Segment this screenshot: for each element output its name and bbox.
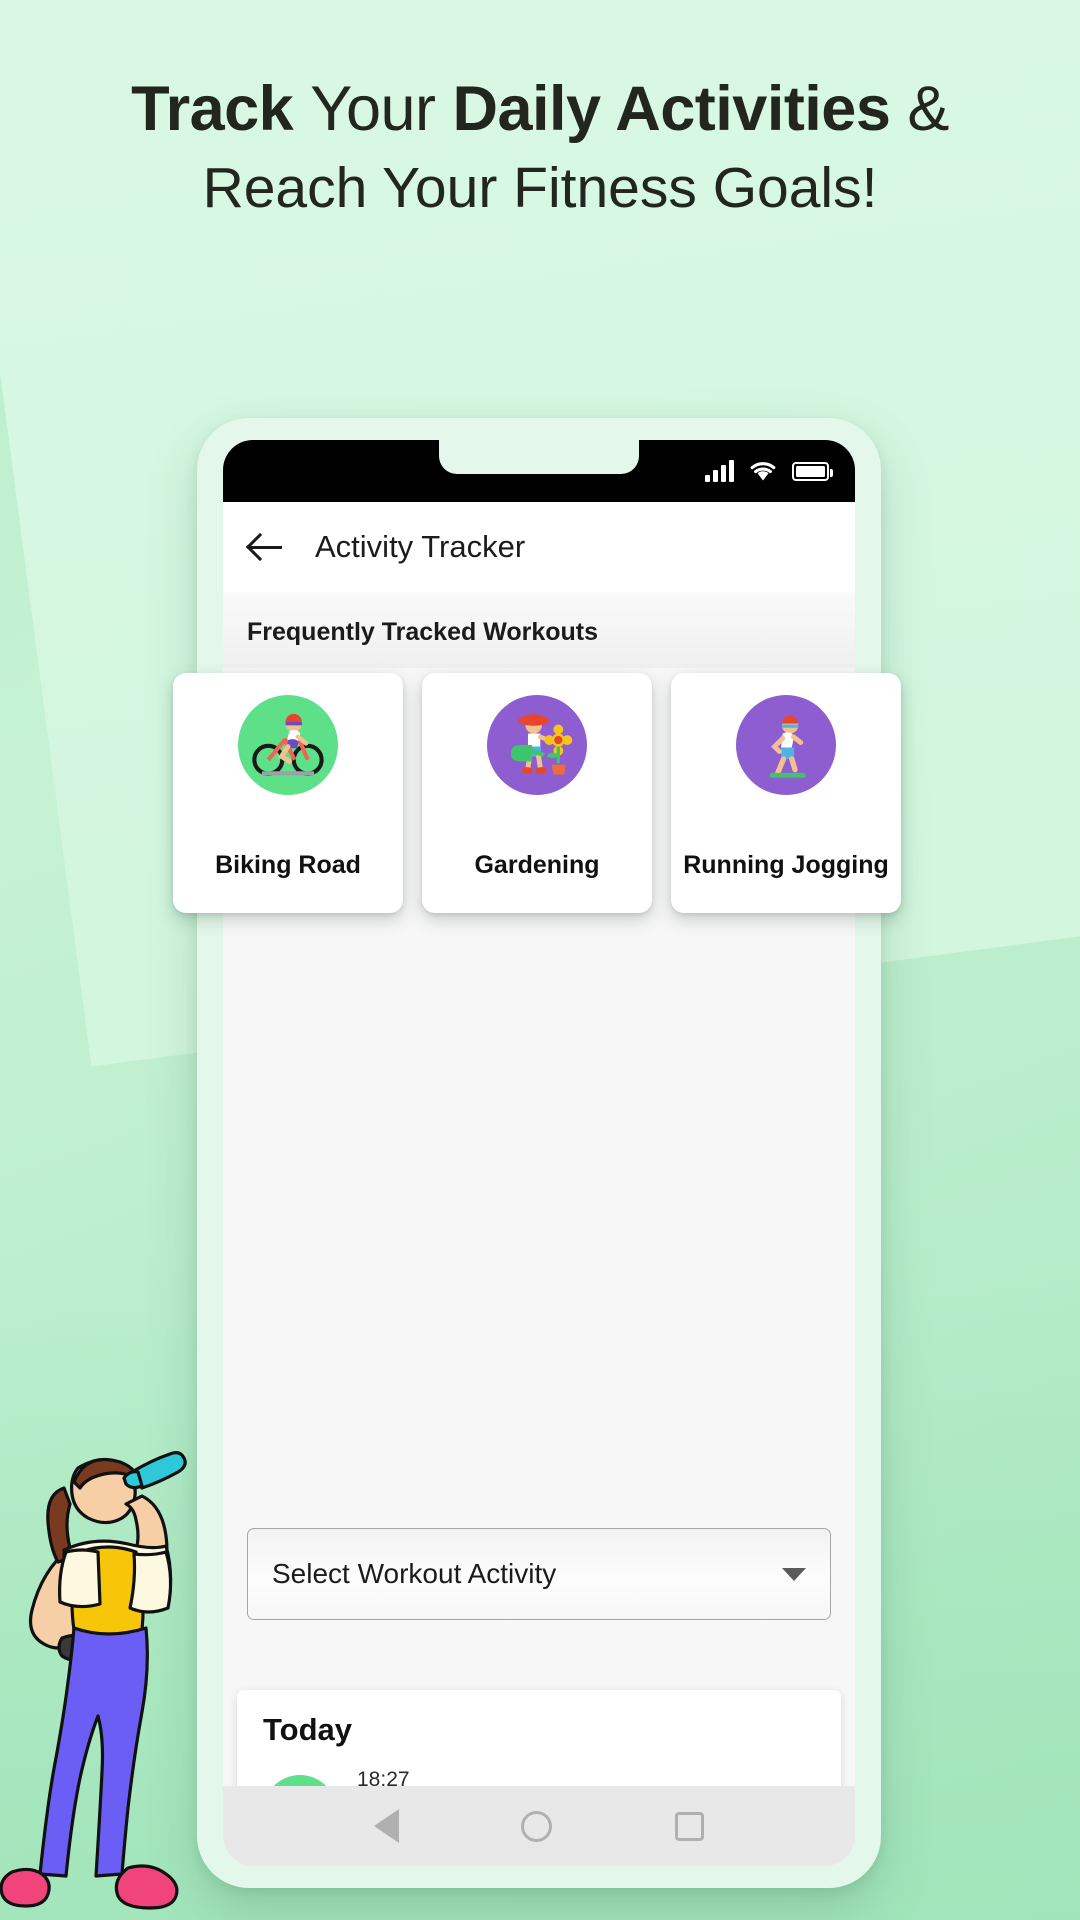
wifi-icon	[750, 462, 776, 481]
page-title: Activity Tracker	[315, 529, 526, 564]
headline-line-2: Reach Your Fitness Goals!	[202, 156, 878, 221]
dropdown-selected-value: Select Workout Activity	[272, 1558, 557, 1589]
status-bar-icons	[705, 440, 833, 502]
nav-home-circle-icon[interactable]	[521, 1810, 553, 1842]
frequently-tracked-workouts-strip: Biking Road Gardening Running Jogging	[173, 673, 901, 913]
workout-card-label: Running Jogging	[683, 851, 889, 879]
headline-word-track: Track	[131, 74, 311, 144]
woman-drinking-water-illustration	[0, 1430, 262, 1920]
phone-notch	[439, 440, 639, 474]
table-row[interactable]: 18:27 Biking Road 15 min 255.07 Kcal	[237, 1754, 841, 1786]
app-bar: Activity Tracker	[223, 502, 855, 592]
workout-card-running-jogging[interactable]: Running Jogging	[671, 673, 901, 913]
runner-icon	[736, 695, 836, 795]
today-activities-card: Today 18:27 Biking Road 15 min 255.07 Kc…	[237, 1690, 841, 1786]
nav-back-triangle-icon[interactable]	[374, 1809, 400, 1843]
signal-bars-icon	[705, 460, 734, 482]
workout-card-label: Biking Road	[215, 851, 361, 879]
workout-card-gardening[interactable]: Gardening	[422, 673, 652, 913]
activity-time: 18:27	[357, 1768, 410, 1786]
chevron-down-icon	[782, 1567, 806, 1581]
today-heading: Today	[263, 1712, 352, 1747]
headline-ampersand: &	[890, 74, 949, 144]
headline-word-your: Your	[310, 74, 453, 144]
status-bar	[223, 440, 855, 502]
battery-icon	[792, 461, 833, 481]
workout-card-biking-road[interactable]: Biking Road	[173, 673, 403, 913]
section-title-frequently-tracked: Frequently Tracked Workouts	[223, 592, 855, 668]
activity-details: 18:27 Biking Road 15 min	[357, 1768, 509, 1786]
headline-word-daily-activities: Daily Activities	[452, 74, 891, 144]
gardening-icon	[487, 695, 587, 795]
promo-headline: Track Your Daily Activities & Reach Your…	[0, 72, 1080, 223]
cyclist-icon	[238, 695, 338, 795]
cyclist-icon	[263, 1774, 337, 1786]
nav-recents-square-icon[interactable]	[674, 1811, 704, 1841]
headline-line-1: Track Your Daily Activities &	[0, 72, 1080, 146]
android-nav-bar	[223, 1786, 855, 1866]
select-workout-activity-dropdown[interactable]: Select Workout Activity	[247, 1528, 831, 1620]
phone-mockup: Activity Tracker Frequently Tracked Work…	[197, 418, 881, 1888]
phone-screen: Activity Tracker Frequently Tracked Work…	[223, 440, 855, 1866]
back-arrow-icon[interactable]	[247, 528, 285, 566]
workout-card-label: Gardening	[474, 851, 600, 879]
